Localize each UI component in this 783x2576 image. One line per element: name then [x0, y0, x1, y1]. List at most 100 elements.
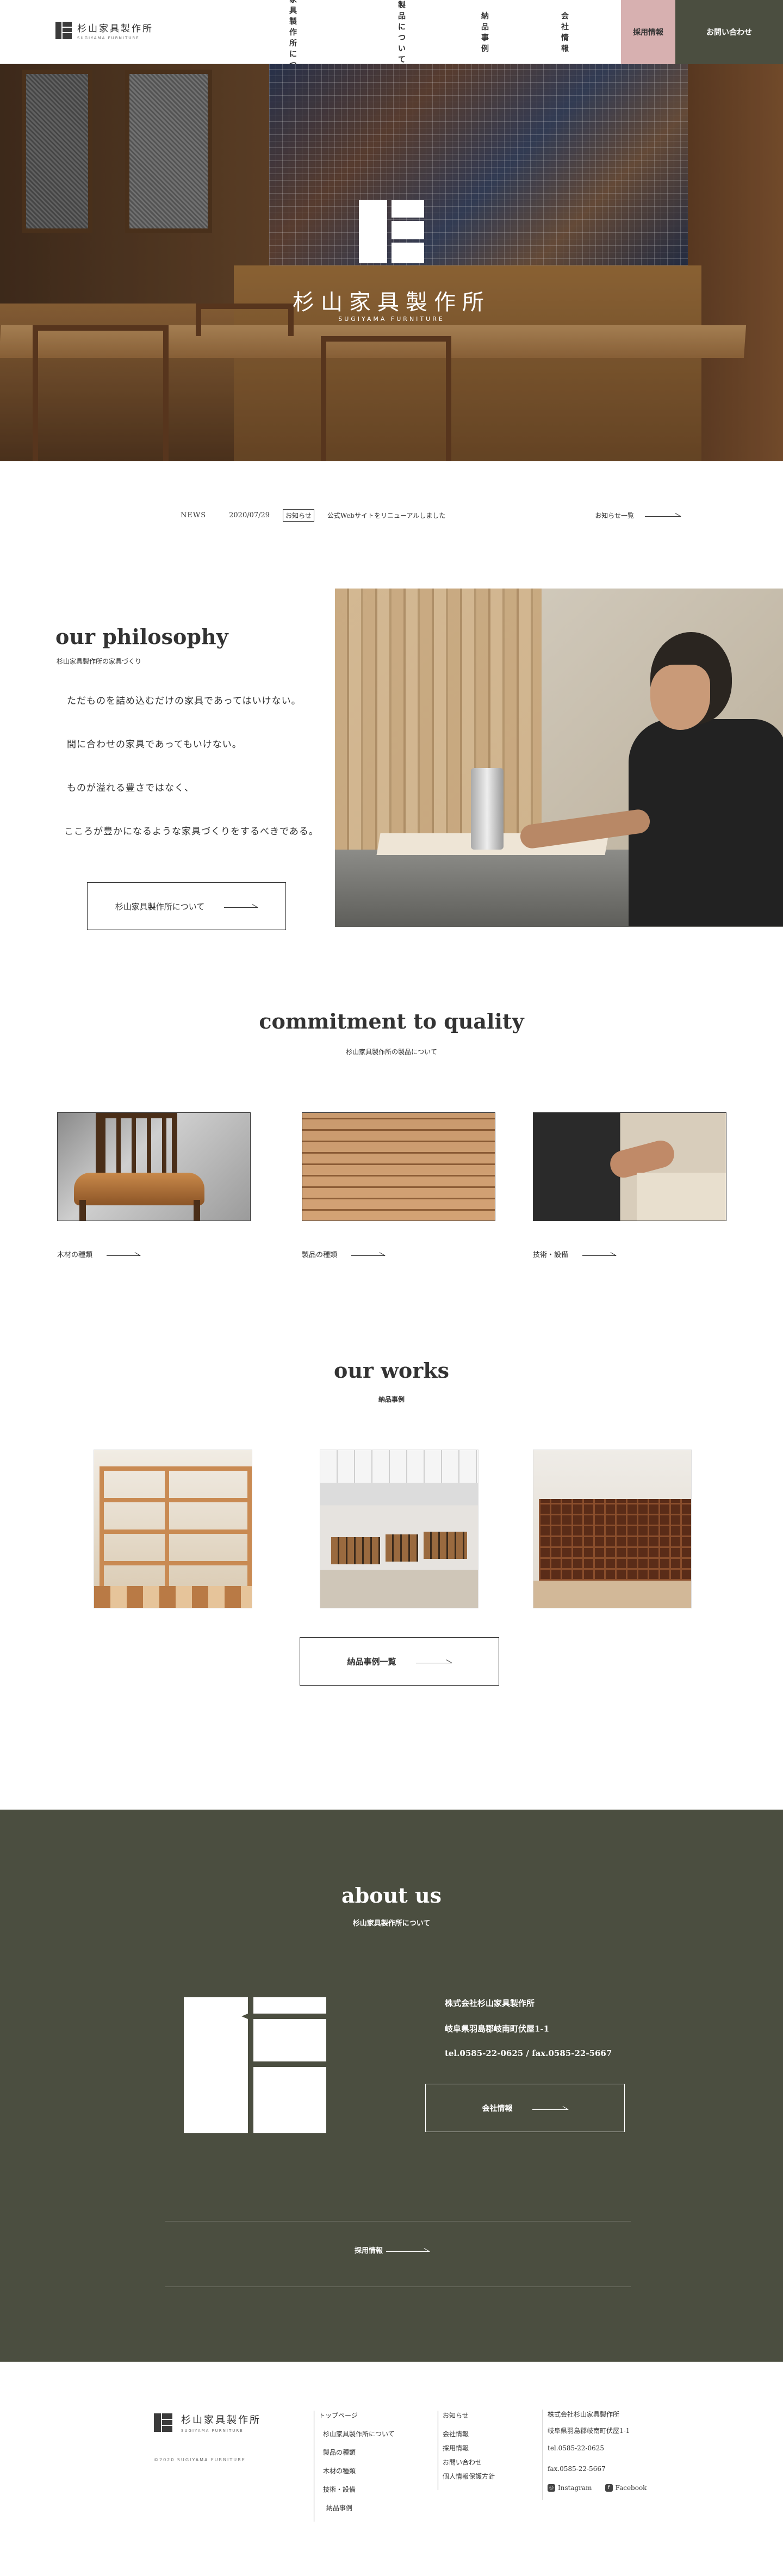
philosophy-button-label: 杉山家具製作所について: [115, 901, 205, 912]
footer-link[interactable]: 会社情報: [443, 2429, 495, 2438]
craftsman-photo: [335, 589, 783, 927]
footer-link[interactable]: 技術・設備: [319, 2485, 395, 2493]
news-all-link[interactable]: お知らせ一覧: [595, 511, 681, 520]
news-bar: NEWS 2020/07/29 お知らせ 公式Webサイトをリニューアルしました…: [181, 507, 681, 523]
works-title: our works: [333, 1358, 450, 1383]
logo-subtext: SUGIYAMA FURNITURE: [77, 36, 140, 40]
news-all-label: お知らせ一覧: [595, 511, 634, 519]
arrow-right-icon: [351, 1252, 386, 1257]
footer-nav-col1: トップページ 杉山家具製作所について 製品の種類 木材の種類 技術・設備 納品事…: [314, 2411, 395, 2522]
philosophy-line: ただものを詰め込むだけの家具であってはいけない。: [67, 696, 301, 707]
footer-logo[interactable]: 杉山家具製作所 SUGIYAMA FURNITURE: [154, 2412, 261, 2433]
philosophy-text: ただものを詰め込むだけの家具であってはいけない。 間に合わせの家具であってもいけ…: [64, 693, 319, 867]
company-name: 株式会社杉山家具製作所: [445, 1998, 535, 2008]
philosophy-line: ものが溢れる豊さではなく、: [67, 783, 194, 794]
works-subtitle: 納品事例: [378, 1396, 405, 1403]
arrow-right-icon: [532, 2106, 568, 2111]
company-info-button[interactable]: 会社情報: [425, 2084, 625, 2132]
arrow-right-icon: [107, 1252, 141, 1257]
philosophy-line: こころが豊かになるような家具づくりをするべきである。: [64, 826, 319, 837]
nav-products[interactable]: 製品について: [398, 0, 406, 65]
hero-logo-icon: [359, 200, 424, 263]
philosophy-line: 間に合わせの家具であってもいけない。: [67, 739, 242, 750]
news-category-badge: お知らせ: [283, 509, 314, 522]
wood-types-card[interactable]: [57, 1112, 251, 1221]
instagram-label: Instagram: [558, 2484, 592, 2492]
hero-subtitle: SUGIYAMA FURNITURE: [338, 315, 445, 323]
work-item[interactable]: [533, 1450, 692, 1608]
nav-recruit-button[interactable]: 採用情報: [621, 0, 675, 64]
arrow-right-icon: [582, 1252, 617, 1257]
facebook-link[interactable]: f Facebook: [605, 2484, 647, 2492]
works-button-label: 納品事例一覧: [347, 1657, 396, 1667]
hero-title: 杉山家具製作所: [293, 290, 490, 315]
facebook-label: Facebook: [615, 2484, 647, 2492]
recruit-label: 採用情報: [355, 2247, 383, 2255]
works-list-button[interactable]: 納品事例一覧: [300, 1637, 499, 1686]
news-label: NEWS: [181, 511, 207, 519]
footer-link[interactable]: 個人情報保護方針: [443, 2472, 495, 2480]
footer-company-info: 株式会社杉山家具製作所 岐阜県羽島郡岐南町伏屋1-1 tel.0585-22-0…: [543, 2410, 647, 2500]
news-item-link[interactable]: 公式Webサイトをリニューアルしました: [327, 511, 446, 520]
footer-link[interactable]: 木材の種類: [319, 2466, 395, 2475]
site-footer: 杉山家具製作所 SUGIYAMA FURNITURE ©2020 SUGIYAM…: [0, 2362, 783, 2576]
about-section: about us 杉山家具製作所について 株式会社杉山家具製作所 岐阜県羽島郡岐…: [0, 1810, 783, 2362]
commitment-title: commitment to quality: [259, 1009, 524, 1033]
footer-company-name: 株式会社杉山家具製作所: [548, 2411, 620, 2418]
company-logo-icon: [184, 1997, 326, 2133]
wood-types-label: 木材の種類: [57, 1251, 93, 1259]
footer-nav-col2: お知らせ 会社情報 採用情報 お問い合わせ 個人情報保護方針: [438, 2411, 495, 2490]
product-types-link[interactable]: 製品の種類: [302, 1249, 386, 1259]
logo-text: 杉山家具製作所: [77, 23, 153, 34]
technology-label: 技術・設備: [533, 1251, 569, 1259]
copyright: ©2020 SUGIYAMA FURNITURE: [154, 2457, 246, 2462]
technology-link[interactable]: 技術・設備: [533, 1249, 617, 1259]
instagram-link[interactable]: ◎ Instagram: [548, 2484, 592, 2492]
company-info-button-label: 会社情報: [482, 2104, 513, 2113]
site-logo[interactable]: 杉山家具製作所 SUGIYAMA FURNITURE: [55, 21, 153, 40]
product-types-card[interactable]: [302, 1112, 495, 1221]
about-title: about us: [341, 1883, 442, 1908]
commitment-subtitle: 杉山家具製作所の製品について: [346, 1048, 437, 1056]
nav-works[interactable]: 納品事例: [481, 10, 489, 54]
site-header: 杉山家具製作所 SUGIYAMA FURNITURE 杉山家具製作所について 製…: [0, 0, 783, 91]
arrow-right-icon: [386, 2247, 430, 2253]
news-date: 2020/07/29: [229, 511, 270, 519]
philosophy-title: our philosophy: [55, 624, 228, 649]
wood-types-link[interactable]: 木材の種類: [57, 1249, 141, 1259]
footer-tel: tel.0585-22-0625: [548, 2444, 605, 2452]
company-info: 株式会社杉山家具製作所 岐阜県羽島郡岐南町伏屋1-1 tel.0585-22-0…: [445, 1997, 612, 2072]
social-links: ◎ Instagram f Facebook: [548, 2484, 647, 2492]
nav-contact-button[interactable]: お問い合わせ: [675, 0, 783, 64]
instagram-icon: ◎: [548, 2484, 555, 2492]
hero-section: 杉山家具製作所 SUGIYAMA FURNITURE: [0, 64, 783, 461]
about-subtitle: 杉山家具製作所について: [352, 1919, 431, 1928]
logo-mark-icon: [55, 22, 72, 39]
arrow-right-icon: [224, 903, 258, 909]
philosophy-subtitle: 杉山家具製作所の家具づくり: [57, 658, 142, 665]
footer-company-address: 岐阜県羽島郡岐南町伏屋1-1: [548, 2427, 630, 2435]
facebook-icon: f: [605, 2484, 613, 2492]
footer-link[interactable]: 杉山家具製作所について: [319, 2429, 395, 2438]
technology-card[interactable]: [533, 1112, 726, 1221]
footer-link[interactable]: 製品の種類: [319, 2448, 395, 2456]
work-item[interactable]: [94, 1450, 252, 1608]
arrow-right-icon: [645, 512, 681, 518]
footer-logo-subtext: SUGIYAMA FURNITURE: [181, 2429, 244, 2433]
footer-logo-mark-icon: [154, 2413, 172, 2432]
recruit-link[interactable]: 採用情報: [355, 2245, 430, 2255]
footer-link[interactable]: トップページ: [319, 2411, 395, 2419]
company-tel: tel.0585-22-0625 / fax.0585-22-5667: [445, 2048, 612, 2058]
arrow-right-icon: [415, 1659, 452, 1664]
work-item[interactable]: [320, 1450, 478, 1608]
footer-link[interactable]: 採用情報: [443, 2443, 495, 2452]
philosophy-more-button[interactable]: 杉山家具製作所について: [87, 882, 286, 930]
footer-link[interactable]: お問い合わせ: [443, 2457, 495, 2466]
footer-fax: fax.0585-22-5667: [548, 2465, 606, 2473]
product-types-label: 製品の種類: [302, 1251, 338, 1259]
nav-company[interactable]: 会社情報: [561, 10, 569, 54]
footer-link[interactable]: 納品事例: [319, 2503, 395, 2512]
footer-link[interactable]: お知らせ: [443, 2411, 495, 2419]
footer-logo-text: 杉山家具製作所: [181, 2414, 261, 2426]
company-address: 岐阜県羽島郡岐南町伏屋1-1: [445, 2024, 550, 2034]
